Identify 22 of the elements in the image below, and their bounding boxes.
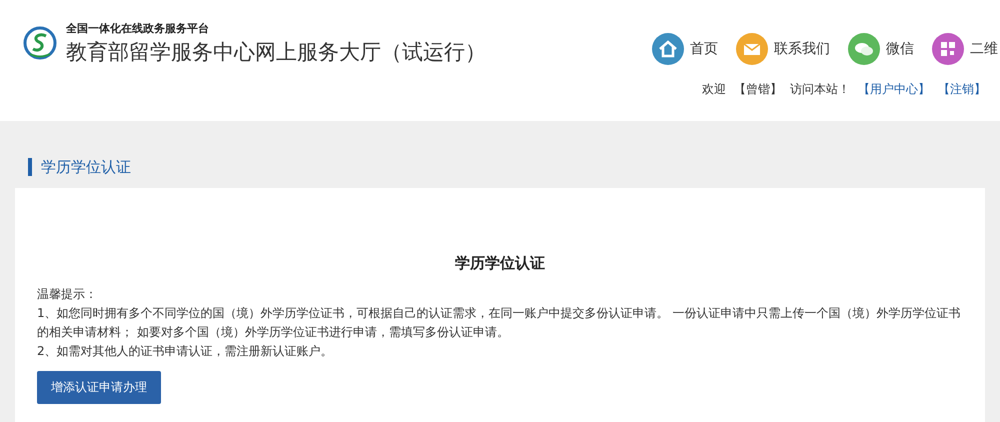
add-application-button[interactable]: 增添认证申请办理 [37, 371, 161, 404]
tip-label: 温馨提示： [37, 286, 98, 303]
home-icon [652, 33, 684, 65]
platform-subtitle: 全国一体化在线政务服务平台 [66, 20, 210, 36]
user-link[interactable]: 【用户中心】 [858, 81, 930, 98]
section-heading: 学历学位认证 [28, 158, 985, 176]
chat-bubble-icon [848, 33, 880, 65]
user-name: 【曾锴】 [734, 81, 782, 98]
nav-link[interactable]: 首页 [652, 33, 718, 65]
nav-link[interactable]: 微信 [848, 33, 914, 65]
site-title: 教育部留学服务中心网上服务大厅（试运行） [66, 38, 486, 66]
welcome-suffix: 访问本站！ [790, 81, 850, 98]
nav-link[interactable]: 二维 [932, 33, 998, 65]
qr-code-icon [932, 33, 964, 65]
greeting-text: 欢迎 [702, 81, 726, 98]
logo-icon [22, 25, 58, 61]
envelope-icon [736, 33, 768, 65]
tip-text: 2、如需对其他人的证书申请认证，需注册新认证账户。 [37, 343, 334, 360]
card-title: 学历学位认证 [454, 254, 546, 273]
user-link[interactable]: 【注销】 [938, 81, 986, 98]
tip-text: 1、如您同时拥有多个不同学位的国（境）外学历学位证书，可根据自己的认证需求，在同一账户中提交多份认证申请。 一份认证申请中只需上传一个国（境）外学历学位证书的相关申请材料； 如要对多个国（境）外学历学位证书进行申请，需填写多份认证申请。 [37, 305, 962, 341]
nav-link[interactable]: 联系我们 [736, 33, 830, 65]
